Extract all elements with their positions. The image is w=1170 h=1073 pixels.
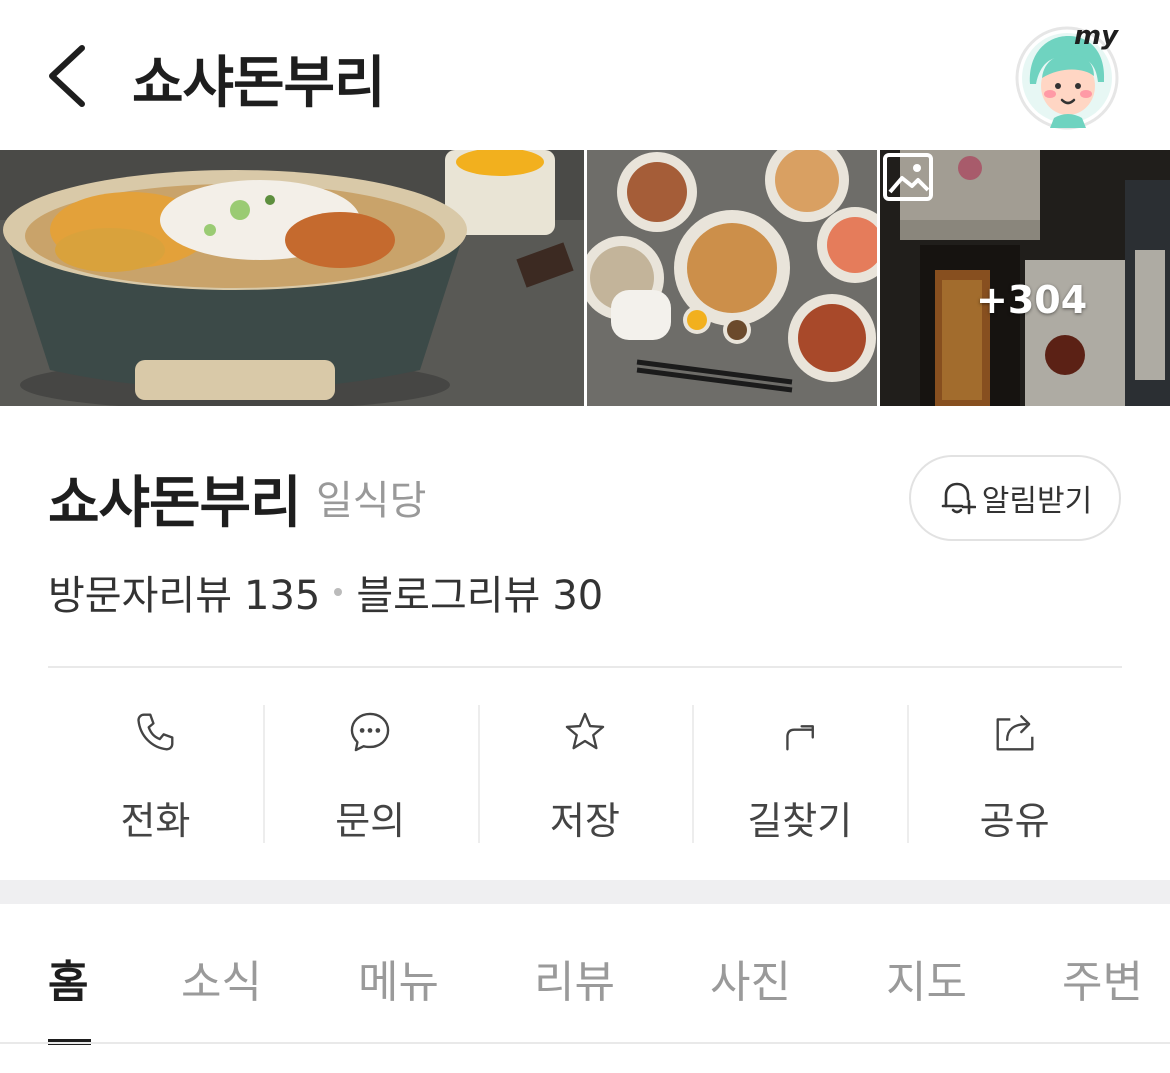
directions-label: 길찾기	[747, 799, 853, 843]
my-avatar-button[interactable]: my	[1014, 21, 1124, 132]
tab-news[interactable]: 소식	[181, 946, 262, 1010]
save-button[interactable]: 저장	[477, 705, 693, 845]
call-button[interactable]: 전화	[48, 705, 263, 845]
header-title: 쇼샤돈부리	[132, 51, 386, 116]
tab-nearby[interactable]: 주변	[1062, 946, 1143, 1010]
notify-label: 알림받기	[981, 484, 1093, 519]
star-icon	[565, 712, 605, 750]
tab-menu[interactable]: 메뉴	[358, 946, 439, 1010]
directions-icon	[786, 725, 814, 751]
top-header: 쇼샤돈부리 my	[0, 0, 1170, 150]
tab-bar: 홈 소식 메뉴 리뷰 사진 지도 주변	[0, 904, 1170, 1045]
bell-plus-icon	[941, 482, 976, 515]
inquiry-button[interactable]: 문의	[262, 705, 478, 845]
tab-home[interactable]: 홈	[48, 946, 88, 1010]
photo-storefront[interactable]: +304	[880, 150, 1170, 406]
photo-more-count: +304	[976, 278, 1088, 322]
section-divider	[48, 666, 1122, 668]
visitor-review-link[interactable]: 방문자리뷰 135	[48, 563, 320, 621]
directions-button[interactable]: 길찾기	[692, 705, 907, 845]
share-button[interactable]: 공유	[907, 705, 1122, 845]
blog-review-label: 블로그리뷰	[356, 573, 541, 619]
review-summary: 방문자리뷰 135 블로그리뷰 30	[48, 563, 603, 621]
place-category: 일식당	[316, 478, 427, 524]
tab-review[interactable]: 리뷰	[534, 946, 615, 1010]
blog-review-link[interactable]: 블로그리뷰 30	[356, 563, 603, 621]
phone-icon	[137, 713, 174, 751]
gallery-icon	[883, 153, 933, 201]
inquiry-label: 문의	[335, 799, 406, 843]
tab-photo[interactable]: 사진	[710, 946, 791, 1010]
action-bar: 전화 문의 저장 길찾기 공유	[48, 705, 1122, 845]
photo-menu-spread[interactable]	[587, 150, 877, 406]
call-label: 전화	[120, 799, 191, 843]
tab-map[interactable]: 지도	[886, 946, 967, 1010]
section-gap	[0, 880, 1170, 904]
food-photo-table	[587, 150, 877, 406]
chat-icon	[350, 712, 390, 752]
visitor-review-label: 방문자리뷰	[48, 573, 232, 619]
avatar-icon: my	[1015, 21, 1119, 130]
blog-review-count: 30	[552, 573, 604, 619]
share-icon	[996, 715, 1034, 751]
share-label: 공유	[979, 799, 1050, 843]
photo-main[interactable]	[0, 150, 584, 406]
place-name: 쇼샤돈부리	[48, 471, 302, 536]
back-button[interactable]	[38, 38, 98, 114]
food-photo-donburi	[0, 150, 584, 406]
photo-strip: +304	[0, 150, 1170, 406]
tab-bar-border	[0, 1042, 1170, 1044]
save-label: 저장	[550, 799, 620, 843]
visitor-review-count: 135	[244, 573, 321, 619]
chevron-left-icon	[49, 45, 85, 107]
notify-button[interactable]: 알림받기	[909, 455, 1121, 541]
separator-dot	[334, 588, 343, 596]
avatar-my-text: my	[1074, 22, 1119, 51]
